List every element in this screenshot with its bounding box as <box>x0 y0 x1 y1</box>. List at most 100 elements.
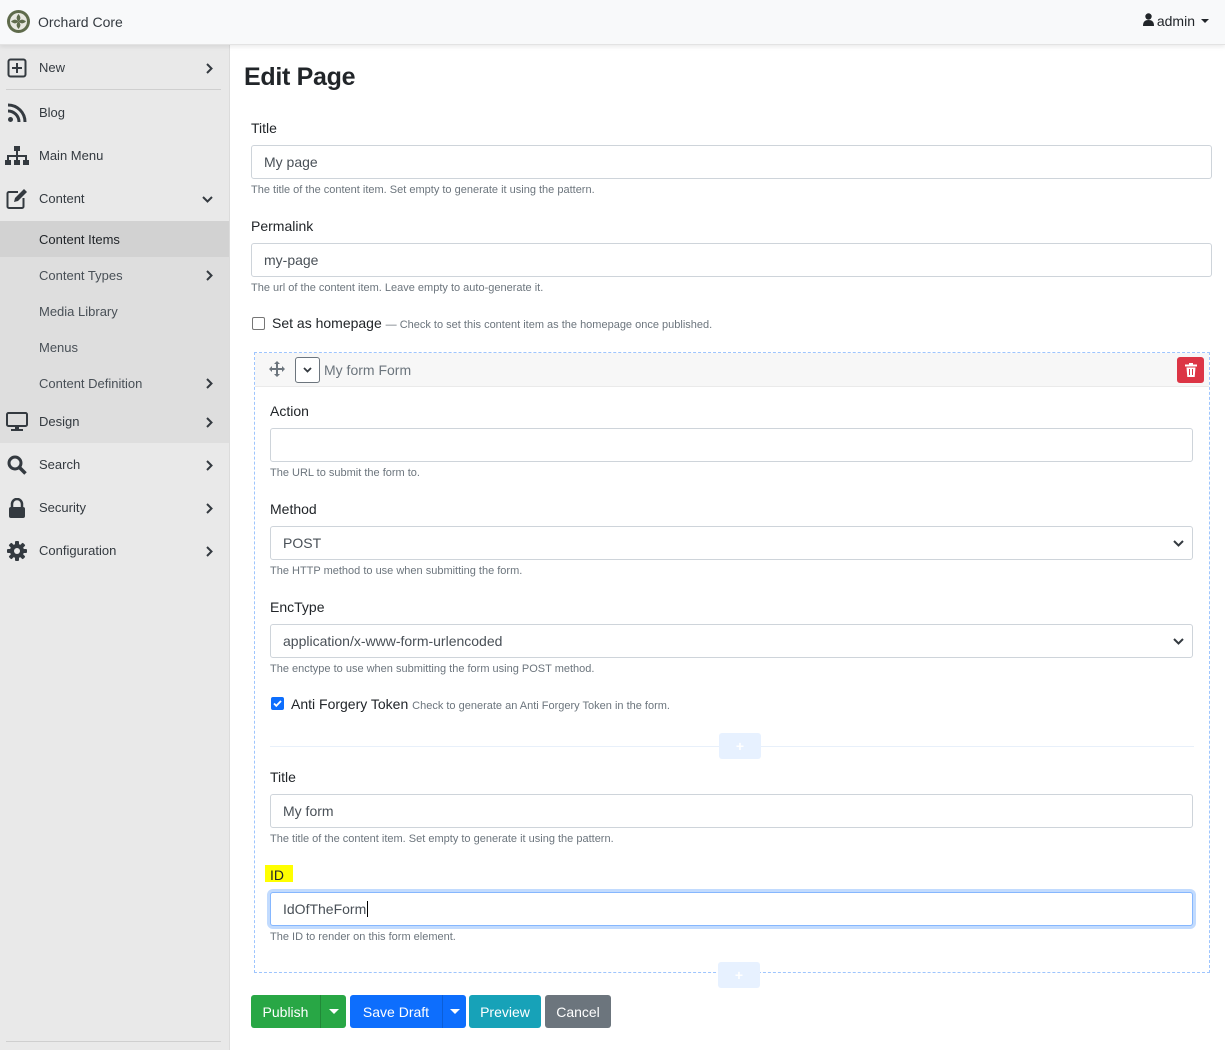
form-title-label: Title <box>270 769 296 785</box>
sidebar-item-label: Security <box>39 500 86 515</box>
delete-widget-button[interactable] <box>1177 357 1204 383</box>
id-input-value: IdOfTheForm <box>283 901 367 917</box>
chevron-right-icon <box>206 62 213 74</box>
caret-down-icon <box>1201 19 1209 23</box>
sidebar-item-label: Main Menu <box>39 148 104 163</box>
save-draft-dropdown-toggle[interactable] <box>442 995 466 1028</box>
homepage-label: Set as homepage — Check to set this cont… <box>272 315 712 331</box>
desktop-icon <box>5 410 29 434</box>
enctype-label: EncType <box>270 599 325 615</box>
title-label: Title <box>251 120 277 136</box>
search-icon <box>5 453 29 477</box>
trash-icon <box>1184 363 1197 377</box>
sidebar-item-label: New <box>39 60 66 75</box>
sidebar-item-blog[interactable]: Blog <box>0 91 229 134</box>
checkmark-icon <box>273 700 282 708</box>
method-select[interactable]: POST <box>270 526 1193 560</box>
user-name: admin <box>1156 13 1195 29</box>
sidebar-item-design[interactable]: Design <box>0 400 229 443</box>
antiforgery-label-text: Anti Forgery Token <box>291 696 409 712</box>
method-hint: The HTTP method to use when submitting t… <box>270 565 523 577</box>
edit-icon <box>5 187 29 211</box>
collapse-toggle-button[interactable] <box>295 357 320 383</box>
publish-button[interactable]: Publish <box>251 995 320 1028</box>
sidebar-item-new[interactable]: New <box>0 46 229 89</box>
sidebar-divider <box>6 89 221 90</box>
chevron-right-icon <box>206 545 213 557</box>
antiforgery-checkbox[interactable] <box>271 697 284 710</box>
chevron-down-icon <box>303 367 312 373</box>
sidebar-subitem-label: Content Definition <box>39 375 143 391</box>
form-title-input[interactable]: My form <box>270 794 1193 828</box>
form-widget: My form Form Action The URL to submit th… <box>254 352 1210 973</box>
title-hint: The title of the content item. Set empty… <box>251 184 595 196</box>
permalink-input[interactable]: my-page <box>251 243 1212 277</box>
sidebar-item-label: Blog <box>39 105 66 120</box>
sidebar-subitem-label: Menus <box>39 339 79 355</box>
add-widget-button[interactable]: + <box>719 733 761 759</box>
id-hint: The ID to render on this form element. <box>270 931 456 943</box>
sitemap-icon <box>5 144 29 168</box>
title-input[interactable]: My page <box>251 145 1212 179</box>
method-label: Method <box>270 501 317 517</box>
app-name: Orchard Core <box>38 13 123 30</box>
sidebar-item-security[interactable]: Security <box>0 486 229 529</box>
antiforgery-hint: Check to generate an Anti Forgery Token … <box>412 700 670 712</box>
sidebar-subitem-label: Content Types <box>39 267 123 283</box>
brand-link[interactable]: Orchard Core <box>6 9 123 34</box>
sidebar-item-configuration[interactable]: Configuration <box>0 529 229 572</box>
homepage-hint: — Check to set this content item as the … <box>385 319 713 331</box>
chevron-down-icon <box>1173 540 1184 547</box>
save-draft-button[interactable]: Save Draft <box>350 995 442 1028</box>
sidebar-divider <box>6 1041 221 1042</box>
chevron-down-icon <box>202 195 213 203</box>
admin-sidebar: New Blog Main Menu Content Content Items… <box>0 45 230 1050</box>
chevron-right-icon <box>206 378 213 389</box>
move-icon[interactable] <box>269 361 285 382</box>
homepage-label-text: Set as homepage <box>272 315 382 331</box>
main-content: Edit Page Title My page The title of the… <box>230 45 1225 1050</box>
user-menu[interactable]: admin <box>1142 13 1209 29</box>
caret-down-icon <box>328 1009 339 1014</box>
page-title: Edit Page <box>244 63 356 91</box>
plus-icon: + <box>735 738 745 754</box>
sidebar-subitem-label: Content Items <box>39 231 120 247</box>
form-widget-title: My form Form <box>324 362 412 378</box>
enctype-hint: The enctype to use when submitting the f… <box>270 663 595 675</box>
action-input[interactable] <box>270 428 1193 462</box>
sidebar-item-media-library[interactable]: Media Library <box>0 293 229 329</box>
sidebar-item-menus[interactable]: Menus <box>0 329 229 365</box>
id-label: ID <box>270 867 284 883</box>
sidebar-item-label: Design <box>39 414 80 429</box>
sidebar-item-content-definition[interactable]: Content Definition <box>0 365 229 401</box>
permalink-input-value: my-page <box>264 252 319 268</box>
rss-icon <box>5 101 29 125</box>
enctype-select[interactable]: application/x-www-form-urlencoded <box>270 624 1193 658</box>
text-cursor <box>367 901 369 917</box>
chevron-right-icon <box>206 459 213 471</box>
sidebar-item-main-menu[interactable]: Main Menu <box>0 134 229 177</box>
id-input[interactable]: IdOfTheForm <box>270 892 1193 926</box>
cancel-button[interactable]: Cancel <box>545 995 611 1028</box>
preview-button[interactable]: Preview <box>469 995 541 1028</box>
enctype-select-value: application/x-www-form-urlencoded <box>283 633 503 649</box>
sidebar-item-content-types[interactable]: Content Types <box>0 257 229 293</box>
orchard-logo-icon <box>6 9 31 34</box>
sidebar-item-content[interactable]: Content <box>0 177 229 220</box>
form-title-input-value: My form <box>283 803 334 819</box>
sidebar-item-search[interactable]: Search <box>0 443 229 486</box>
chevron-right-icon <box>206 270 213 281</box>
chevron-down-icon <box>1173 638 1184 645</box>
permalink-hint: The url of the content item. Leave empty… <box>251 282 544 294</box>
add-widget-button[interactable]: + <box>718 962 760 988</box>
chevron-right-icon <box>206 502 213 514</box>
sidebar-item-label: Content <box>39 191 85 206</box>
sidebar-item-content-items[interactable]: Content Items <box>0 221 229 257</box>
permalink-label: Permalink <box>251 218 314 234</box>
top-navbar: Orchard Core admin <box>0 0 1225 45</box>
homepage-checkbox[interactable] <box>252 317 265 330</box>
chevron-right-icon <box>206 416 213 428</box>
gear-icon <box>5 539 29 563</box>
sidebar-item-label: Search <box>39 457 81 472</box>
publish-dropdown-toggle[interactable] <box>320 995 346 1028</box>
